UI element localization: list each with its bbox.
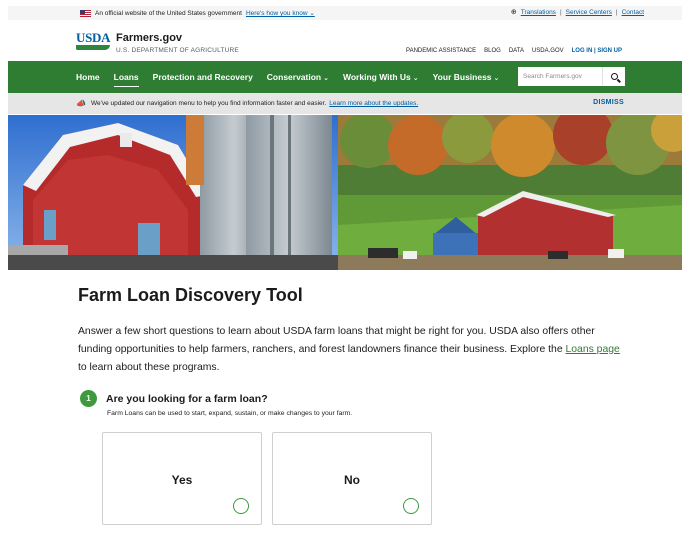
site-title: Farmers.gov <box>116 32 183 44</box>
question-header: 1 Are you looking for a farm loan? <box>80 390 580 407</box>
nav-item-working-with-us[interactable]: Working With Us ⌄ <box>343 72 419 82</box>
search-icon <box>610 73 618 80</box>
pandemic-assistance-link[interactable]: PANDEMIC ASSISTANCE <box>406 48 476 54</box>
radio-circle-icon[interactable] <box>233 498 249 514</box>
hero-image <box>8 115 682 270</box>
megaphone-icon: 📣 <box>76 99 86 108</box>
site-search <box>518 67 625 86</box>
radio-circle-icon[interactable] <box>403 498 419 514</box>
question-number: 1 <box>80 390 97 407</box>
us-flag-icon <box>80 9 91 17</box>
answer-label: No <box>344 473 360 487</box>
search-button[interactable] <box>602 67 625 86</box>
separator: | <box>559 8 562 16</box>
answer-option-no[interactable]: No <box>272 432 432 525</box>
question-hint: Farm Loans can be used to start, expand,… <box>107 410 353 417</box>
chevron-down-icon: ⌄ <box>309 10 315 17</box>
blog-link[interactable]: BLOG <box>484 48 501 54</box>
nav-item-loans[interactable]: Loans <box>113 72 139 87</box>
usda-logo-text: USDA <box>76 30 111 45</box>
translations-link[interactable]: Translations <box>521 9 556 16</box>
nav-item-protection-and-recovery[interactable]: Protection and Recovery <box>153 72 253 82</box>
site-name: Farmers.gov U.S. DEPARTMENT OF AGRICULTU… <box>116 32 239 54</box>
chevron-down-icon: ⌄ <box>323 75 329 82</box>
chevron-down-icon: ⌄ <box>412 75 419 82</box>
data-link[interactable]: DATA <box>509 48 524 54</box>
notice-text: We've updated our navigation menu to hel… <box>90 100 327 107</box>
chevron-down-icon: ⌄ <box>493 75 500 82</box>
login-signup-link[interactable]: LOG IN | SIGN UP <box>572 48 622 54</box>
intro-text-end: to learn about these programs. <box>78 362 220 373</box>
globe-icon: ⊕ <box>510 9 517 16</box>
nav-item-your-business[interactable]: Your Business ⌄ <box>433 72 500 82</box>
learn-more-link[interactable]: Learn more about the updates. <box>329 100 418 107</box>
answer-option-yes[interactable]: Yes <box>102 432 262 525</box>
official-text: An official website of the United States… <box>95 9 242 17</box>
search-input[interactable] <box>518 67 602 86</box>
nav-item-home[interactable]: Home <box>76 72 100 82</box>
question-title: Are you looking for a farm loan? <box>106 392 268 405</box>
intro-paragraph: Answer a few short questions to learn ab… <box>78 323 623 377</box>
farm-landscape-image <box>8 115 682 270</box>
question-1: 1 Are you looking for a farm loan? Farm … <box>80 390 580 417</box>
utility-links: PANDEMIC ASSISTANCE BLOG DATA USDA.GOV L… <box>406 48 622 54</box>
intro-text: Answer a few short questions to learn ab… <box>78 326 595 355</box>
nav-update-notice: 📣 We've updated our navigation menu to h… <box>8 93 682 114</box>
page: An official website of the United States… <box>0 0 688 548</box>
answer-label: Yes <box>171 473 193 487</box>
main-nav: Home Loans Protection and Recovery Conse… <box>8 61 682 93</box>
gov-banner: An official website of the United States… <box>8 6 682 20</box>
page-title: Farm Loan Discovery Tool <box>78 285 303 305</box>
usda-logo: USDA <box>76 30 111 50</box>
usda-logo-swoosh <box>76 45 110 50</box>
main-content: Farm Loan Discovery Tool Answer a few sh… <box>78 285 623 377</box>
nav-item-conservation[interactable]: Conservation ⌄ <box>267 72 329 82</box>
usda-gov-link[interactable]: USDA.GOV <box>532 48 564 54</box>
service-centers-link[interactable]: Service Centers <box>566 9 612 16</box>
separator: | <box>615 8 618 16</box>
gov-banner-links: ⊕ Translations | Service Centers | Conta… <box>510 8 644 17</box>
site-logo[interactable]: USDA Farmers.gov U.S. DEPARTMENT OF AGRI… <box>76 30 239 54</box>
contact-link[interactable]: Contact <box>622 9 644 16</box>
department-name: U.S. DEPARTMENT OF AGRICULTURE <box>116 47 239 54</box>
loans-page-link[interactable]: Loans page <box>565 344 619 355</box>
site-header: USDA Farmers.gov U.S. DEPARTMENT OF AGRI… <box>8 22 682 60</box>
dismiss-button[interactable]: DISMISS <box>593 99 624 106</box>
how-you-know-link[interactable]: Here's how you know ⌄ <box>246 9 315 17</box>
